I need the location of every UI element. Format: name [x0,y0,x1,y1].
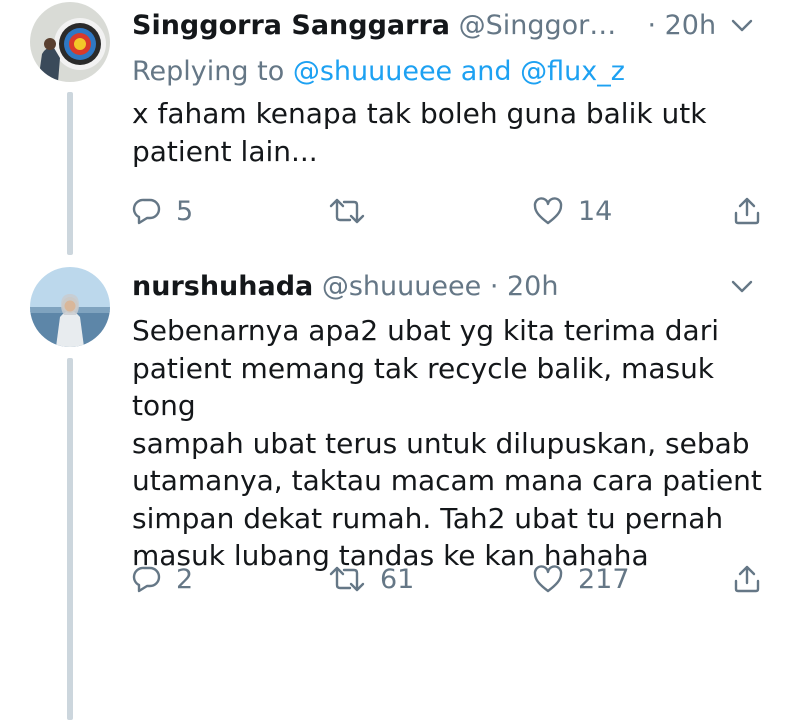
thread-line [67,358,73,720]
share-button[interactable] [732,189,762,233]
reply-mention-link[interactable]: @shuuueee [293,56,452,87]
tweet-header: nurshuhada @shuuueee · 20h [132,267,780,307]
separator-dot: · [647,10,657,41]
thread-line [67,92,73,255]
author-handle[interactable]: @Singgor… [459,10,617,41]
chevron-down-icon[interactable] [722,267,762,307]
author-name[interactable]: Singgorra Sanggarra [132,10,450,41]
author-name[interactable]: nurshuhada [132,271,313,302]
like-icon [532,564,564,594]
author-handle[interactable]: @shuuueee [322,271,481,302]
share-icon [732,196,762,226]
tweet-header: Singgorra Sanggarra @Singgor… · 20h [132,6,780,46]
avatar[interactable] [30,2,110,82]
retweet-icon [328,196,366,226]
share-icon [732,564,762,594]
replying-prefix: Replying to [132,56,293,87]
reply-mention-link[interactable]: @flux_z [520,56,625,87]
retweet-count: 61 [380,563,415,595]
like-count: 217 [578,563,630,595]
like-button[interactable]: 217 [532,557,630,601]
tweet[interactable]: Singgorra Sanggarra @Singgor… · 20h Repl… [0,0,800,255]
separator-dot: · [489,271,499,302]
tweet-actions: 5 14 [132,189,780,233]
timestamp[interactable]: 20h [665,10,716,41]
reply-count: 2 [176,563,194,595]
reply-button[interactable]: 5 [132,189,193,233]
reply-and-text[interactable]: and [452,56,520,87]
like-count: 14 [578,195,613,227]
replying-to: Replying to @shuuueee and @flux_z [132,52,625,92]
tweet-text: Sebenarnya apa2 ubat yg kita terima dari… [132,314,762,572]
share-button[interactable] [732,557,762,601]
retweet-button[interactable] [328,189,380,233]
like-icon [532,196,564,226]
timestamp[interactable]: 20h [507,271,558,302]
tweet-text: x faham kenapa tak boleh guna balik utk … [132,97,707,168]
reply-icon [132,196,162,226]
reply-icon [132,564,162,594]
tweet-actions: 2 61 217 [132,557,780,601]
tweet[interactable]: nurshuhada @shuuueee · 20h Sebenarnya ap… [0,255,800,720]
reply-count: 5 [176,195,194,227]
reply-button[interactable]: 2 [132,557,193,601]
chevron-down-icon[interactable] [722,6,762,46]
retweet-button[interactable]: 61 [328,557,414,601]
like-button[interactable]: 14 [532,189,612,233]
retweet-icon [328,564,366,594]
avatar[interactable] [30,267,110,347]
